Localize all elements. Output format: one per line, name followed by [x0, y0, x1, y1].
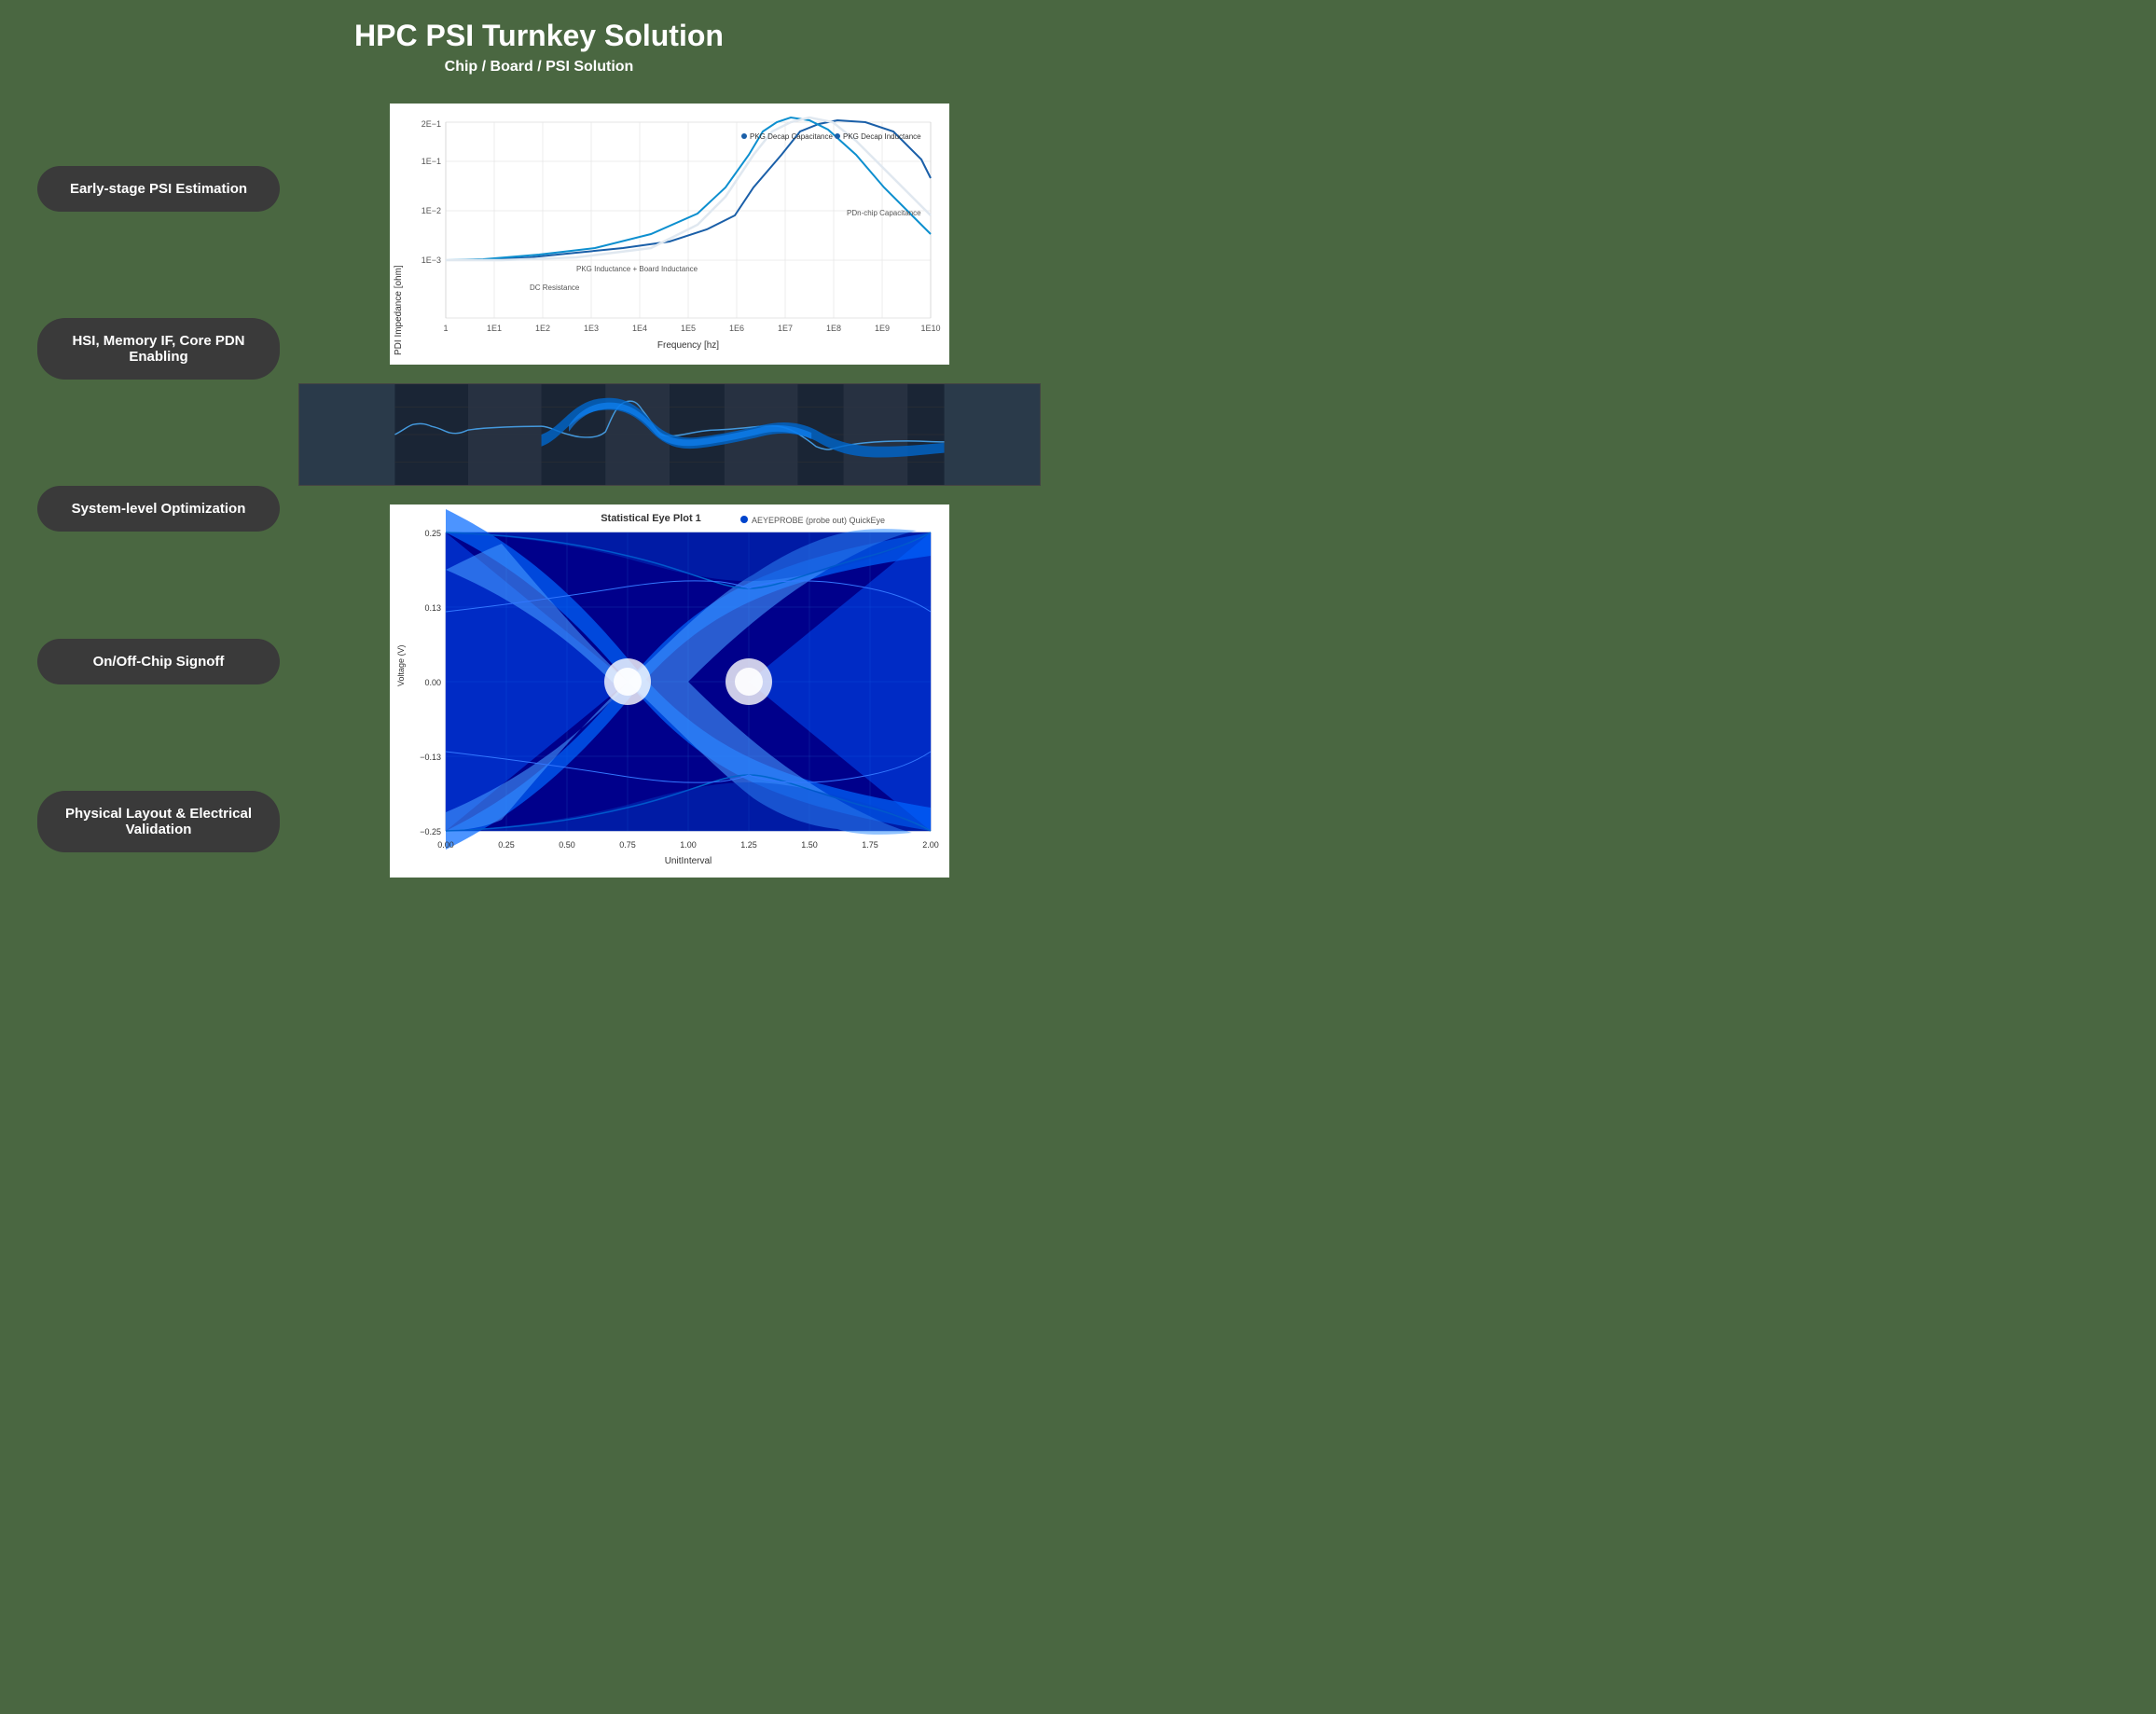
svg-text:Statistical Eye Plot 1: Statistical Eye Plot 1 — [601, 513, 701, 524]
page-title: HPC PSI Turnkey Solution — [354, 19, 724, 53]
svg-text:0.25: 0.25 — [498, 840, 515, 850]
svg-text:DC Resistance: DC Resistance — [530, 283, 580, 292]
svg-text:0.00: 0.00 — [424, 678, 441, 687]
svg-text:1E5: 1E5 — [681, 324, 696, 333]
svg-text:0.75: 0.75 — [619, 840, 636, 850]
svg-text:1.25: 1.25 — [740, 840, 757, 850]
on-off-chip-button[interactable]: On/Off-Chip Signoff — [37, 639, 280, 684]
svg-text:AEYEPROBE (probe out) QuickEye: AEYEPROBE (probe out) QuickEye — [752, 516, 885, 525]
svg-text:1E6: 1E6 — [729, 324, 744, 333]
svg-text:0.25: 0.25 — [424, 529, 441, 538]
svg-text:PKG Inductance + Board Inducta: PKG Inductance + Board Inductance — [576, 265, 698, 273]
svg-text:1E−3: 1E−3 — [422, 256, 441, 265]
svg-text:1E9: 1E9 — [875, 324, 890, 333]
svg-text:1E7: 1E7 — [778, 324, 793, 333]
main-content: Early-stage PSI Estimation HSI, Memory I… — [37, 104, 1041, 878]
svg-text:1E3: 1E3 — [584, 324, 599, 333]
svg-text:−0.25: −0.25 — [420, 827, 441, 836]
system-level-button[interactable]: System-level Optimization — [37, 486, 280, 532]
svg-text:1E8: 1E8 — [826, 324, 841, 333]
svg-text:0.13: 0.13 — [424, 603, 441, 613]
svg-text:PDI Impedance [ohm]: PDI Impedance [ohm] — [394, 265, 404, 355]
svg-text:PKG Decap Capacitance: PKG Decap Capacitance — [750, 132, 833, 141]
svg-text:0.00: 0.00 — [437, 840, 454, 850]
svg-text:UnitInterval: UnitInterval — [665, 856, 712, 866]
svg-text:1.50: 1.50 — [801, 840, 818, 850]
svg-text:1: 1 — [443, 324, 448, 333]
svg-text:1E1: 1E1 — [487, 324, 502, 333]
svg-text:−0.13: −0.13 — [420, 753, 441, 762]
svg-text:1E−2: 1E−2 — [422, 206, 441, 215]
hsi-memory-button[interactable]: HSI, Memory IF, Core PDN Enabling — [37, 318, 280, 380]
svg-text:1E2: 1E2 — [535, 324, 550, 333]
svg-text:1.00: 1.00 — [680, 840, 697, 850]
svg-text:1E10: 1E10 — [920, 324, 940, 333]
svg-text:PDn-chip Capacitance: PDn-chip Capacitance — [847, 209, 921, 217]
svg-text:1E4: 1E4 — [632, 324, 647, 333]
page-subtitle: Chip / Board / PSI Solution — [445, 59, 634, 76]
physical-layout-button[interactable]: Physical Layout & Electrical Validation — [37, 791, 280, 852]
feature-buttons-column: Early-stage PSI Estimation HSI, Memory I… — [37, 104, 280, 878]
svg-text:1.75: 1.75 — [862, 840, 878, 850]
svg-text:PKG Decap Inductance: PKG Decap Inductance — [843, 132, 921, 141]
svg-text:1E−1: 1E−1 — [422, 157, 441, 166]
early-stage-button[interactable]: Early-stage PSI Estimation — [37, 166, 280, 212]
svg-text:Frequency [hz]: Frequency [hz] — [657, 340, 719, 351]
cross-section-chart — [298, 383, 1041, 486]
pdn-chart: 2E−1 1E−1 1E−2 1E−3 1 1E1 1E2 1E3 1E4 1E… — [298, 104, 1041, 365]
svg-text:2.00: 2.00 — [922, 840, 939, 850]
eye-diagram: Statistical Eye Plot 1 AEYEPROBE (probe … — [298, 505, 1041, 878]
svg-text:0.50: 0.50 — [559, 840, 575, 850]
charts-column: 2E−1 1E−1 1E−2 1E−3 1 1E1 1E2 1E3 1E4 1E… — [298, 104, 1041, 878]
svg-text:Voltage (V): Voltage (V) — [396, 644, 406, 686]
svg-text:2E−1: 2E−1 — [422, 119, 441, 129]
